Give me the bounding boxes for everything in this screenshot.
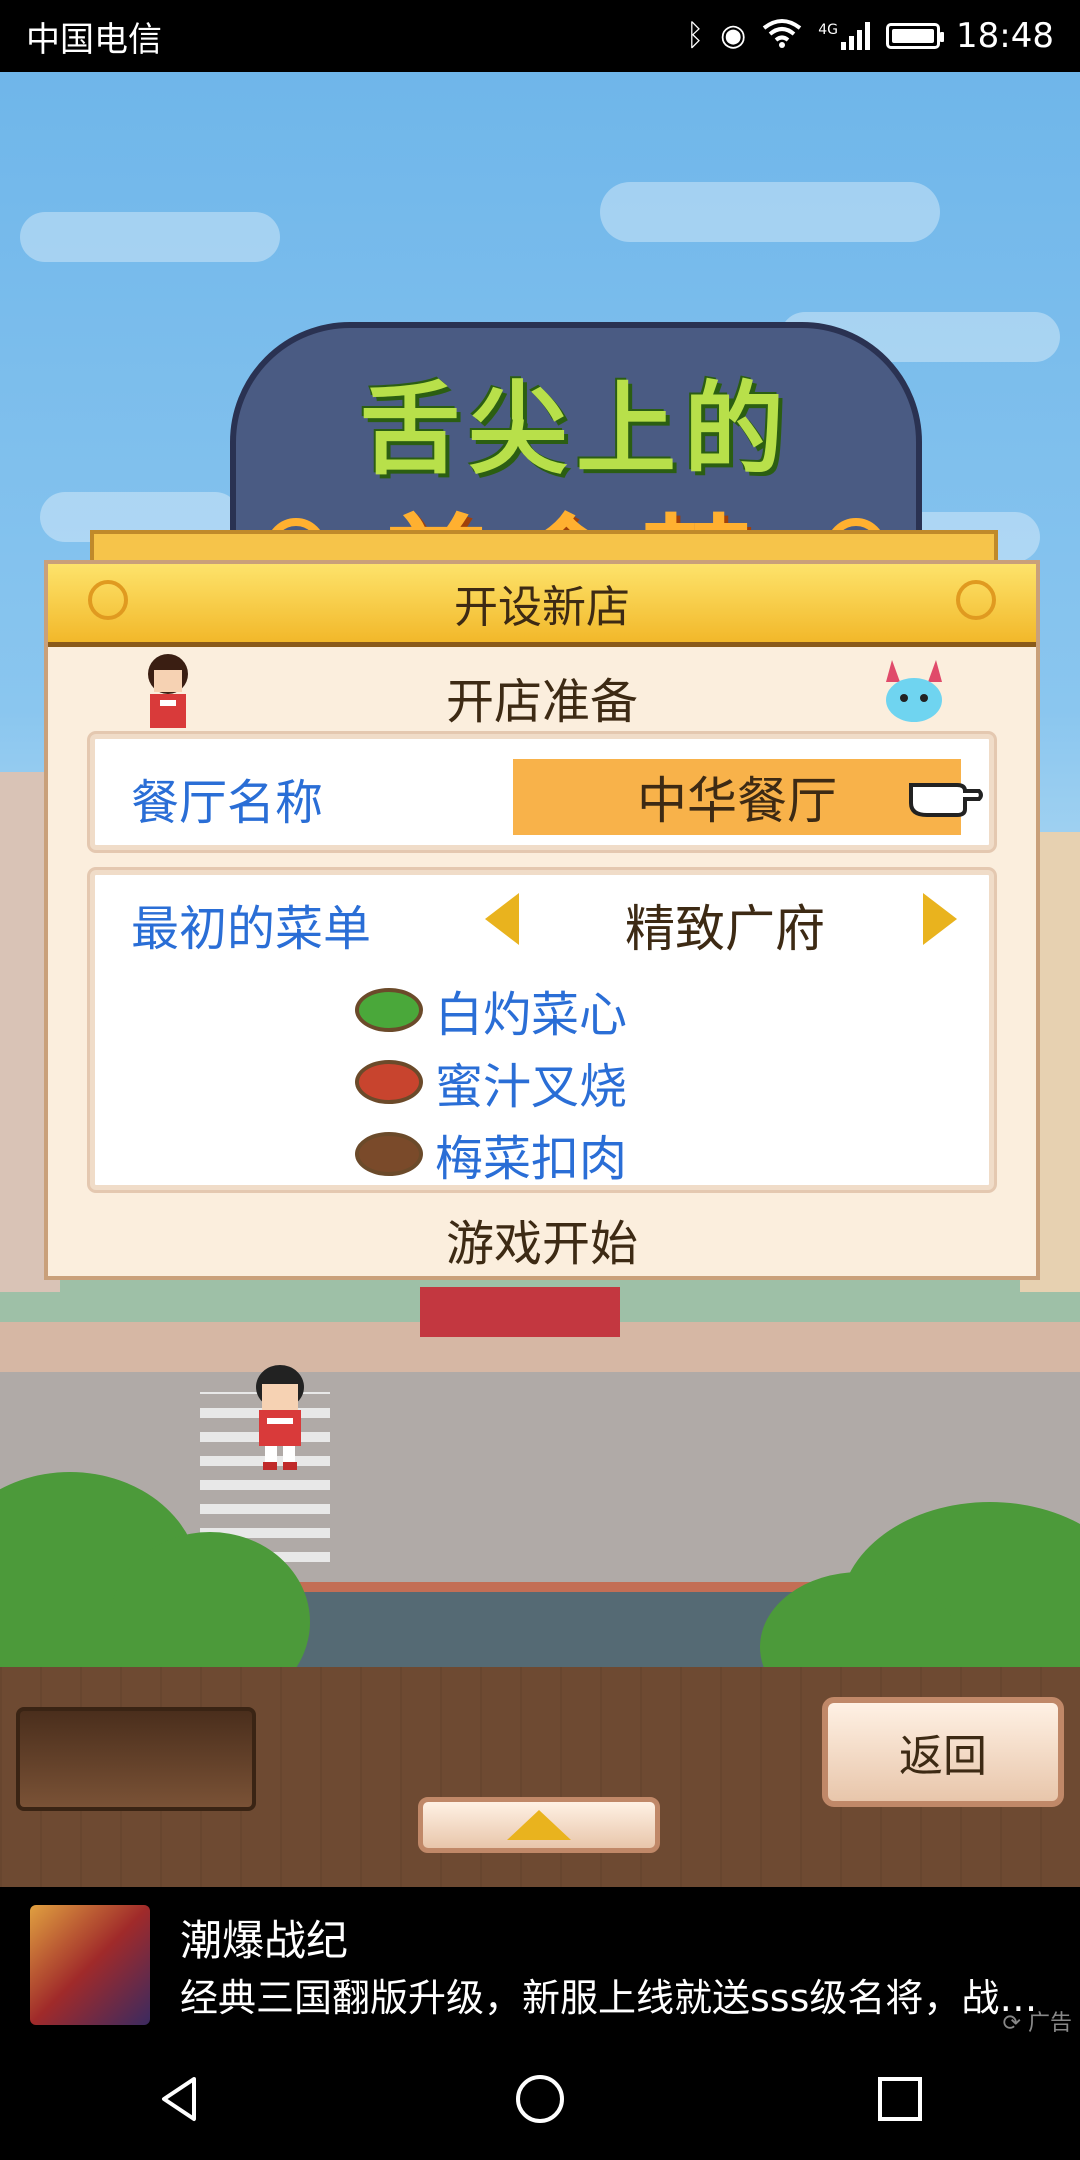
dish-label: 蜜汁叉烧 (435, 1059, 628, 1115)
menu-prev-arrow-icon[interactable] (485, 893, 519, 945)
braised-pork-dish-icon (355, 1132, 423, 1176)
swirl-icon (956, 580, 996, 620)
menu-next-arrow-icon[interactable] (923, 893, 957, 945)
barbecue-pork-dish-icon (355, 1060, 423, 1104)
battery-icon (886, 23, 945, 49)
nav-back-icon[interactable] (152, 2071, 208, 2127)
restaurant-entrance (420, 1287, 620, 1337)
nav-home-icon[interactable] (512, 2071, 568, 2127)
cloud (600, 182, 940, 242)
nav-recent-apps-icon[interactable] (872, 2071, 928, 2127)
vegetable-dish-icon (355, 988, 423, 1032)
menu-selected-value: 精致广府 (625, 900, 825, 958)
dialog-title: 开设新店 (454, 582, 630, 633)
eye-icon: ◉ (720, 18, 747, 53)
status-bar: 中国电信 ᛒ ◉ 4G 18:48 (0, 0, 1080, 72)
restaurant-name-field[interactable]: 中华餐厅 (513, 759, 961, 835)
system-nav-bar (0, 2037, 1080, 2160)
back-button-label: 返回 (899, 1731, 987, 1782)
ad-app-icon[interactable] (30, 1905, 150, 2025)
pointing-hand-icon[interactable] (907, 773, 983, 819)
initial-menu-label: 最初的菜单 (131, 901, 372, 957)
screen: 中国电信 ᛒ ◉ 4G 18:48 舌尖上的 开设新店 开店准备 餐厅名称 中华… (0, 0, 1080, 2160)
dialog-header: 开设新店 (48, 564, 1036, 647)
dish-label: 梅菜扣肉 (435, 1131, 628, 1187)
dish-item: 蜜汁叉烧 (355, 1047, 627, 1117)
dish-item: 白灼菜心 (355, 975, 627, 1045)
game-bottom-bar: 返回 (0, 1667, 1080, 1887)
cloud (20, 212, 280, 262)
restaurant-name-value: 中华餐厅 (637, 772, 837, 830)
ad-tag: ⟳ 广告 (1003, 2005, 1072, 2037)
status-icons: ᛒ ◉ 4G 18:48 (686, 16, 1054, 56)
refresh-icon: ⟳ (1002, 2011, 1021, 2036)
ad-banner[interactable]: 潮爆战纪 经典三国翻版升级，新服上线就送sss级名将，战… ⟳ 广告 (0, 1887, 1080, 2037)
open-shop-dialog: 开设新店 开店准备 餐厅名称 中华餐厅 最初的菜单 精致广府 白灼菜心 蜜汁叉烧… (44, 560, 1040, 1280)
signal-icon: 4G (818, 22, 871, 50)
back-button[interactable]: 返回 (822, 1697, 1064, 1807)
wifi-icon (762, 18, 802, 54)
swirl-icon (88, 580, 128, 620)
dish-item: 梅菜扣肉 (355, 1119, 627, 1189)
carrier-label: 中国电信 (26, 19, 162, 60)
arrow-up-icon (507, 1810, 571, 1840)
network-type: 4G (818, 22, 839, 38)
restaurant-name-panel: 餐厅名称 中华餐厅 (90, 734, 994, 850)
ad-title[interactable]: 潮爆战纪 (180, 1907, 348, 1968)
bluetooth-icon: ᛒ (686, 18, 705, 53)
ad-tag-label: 广告 (1027, 2011, 1072, 2036)
restaurant-name-label: 餐厅名称 (131, 775, 324, 831)
start-game-button[interactable]: 游戏开始 (48, 1204, 1036, 1274)
ad-description[interactable]: 经典三国翻版升级，新服上线就送sss级名将，战… (180, 1967, 1040, 2022)
empty-slot (16, 1707, 256, 1811)
rabbit-mascot-icon (886, 660, 942, 722)
logo-title-top: 舌尖上的 (360, 371, 792, 488)
clock: 18:48 (956, 16, 1054, 56)
expand-menu-button[interactable] (418, 1797, 660, 1853)
chef-character[interactable] (245, 1362, 315, 1472)
initial-menu-panel: 最初的菜单 精致广府 白灼菜心 蜜汁叉烧 梅菜扣肉 (90, 870, 994, 1190)
dish-label: 白灼菜心 (435, 987, 628, 1043)
